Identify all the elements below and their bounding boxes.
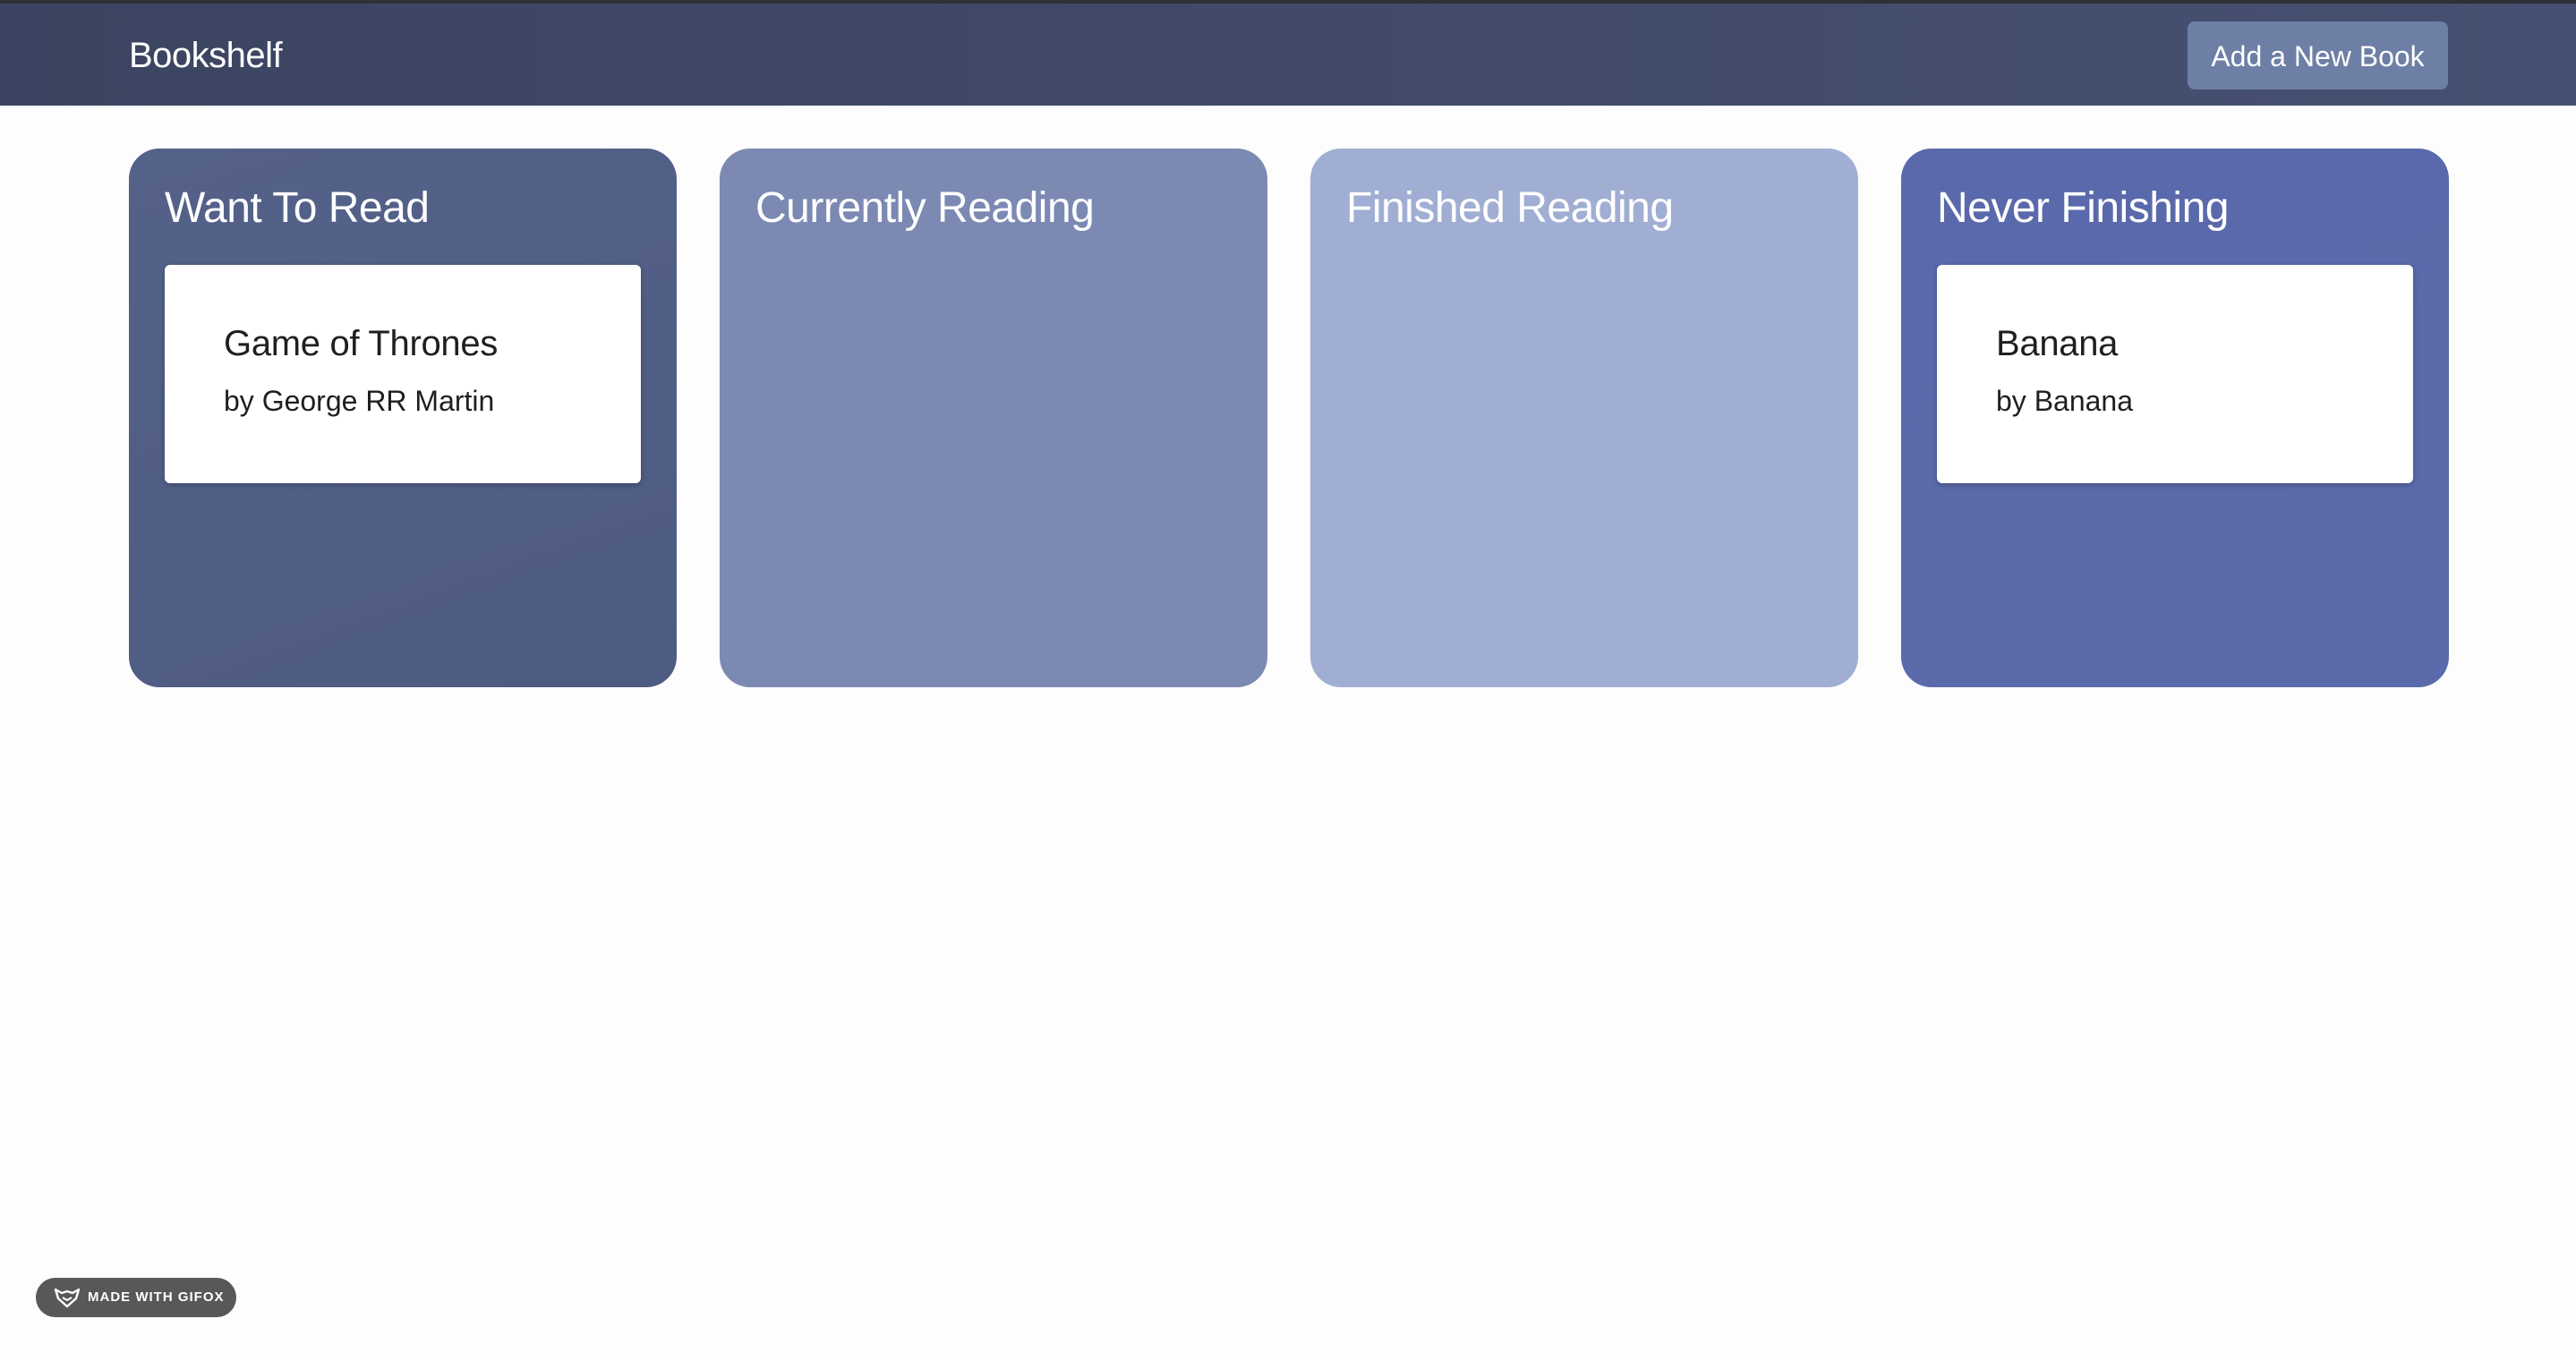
book-card[interactable]: Game of Thrones by George RR Martin [165,265,641,483]
book-card[interactable]: Banana by Banana [1937,265,2413,483]
column-title: Currently Reading [755,184,1095,232]
gifox-watermark-badge[interactable]: MADE WITH GIFOX [36,1278,236,1317]
column-never-finishing: Never Finishing Banana by Banana [1901,149,2449,687]
book-title: Game of Thrones [224,324,499,363]
fox-icon [54,1287,81,1308]
gifox-label: MADE WITH GIFOX [88,1289,225,1305]
bookshelf-columns: Want To Read Game of Thrones by George R… [129,149,2449,687]
add-new-book-button[interactable]: Add a New Book [2188,21,2448,89]
navbar: Bookshelf Add a New Book [0,4,2576,106]
book-author: by Banana [1996,385,2134,417]
column-finished-reading: Finished Reading [1310,149,1858,687]
column-want-to-read: Want To Read Game of Thrones by George R… [129,149,677,687]
book-title: Banana [1996,324,2119,363]
column-title: Never Finishing [1937,184,2229,232]
column-title: Want To Read [165,184,430,232]
brand-title[interactable]: Bookshelf [129,34,283,77]
book-author: by George RR Martin [224,385,495,417]
column-currently-reading: Currently Reading [720,149,1267,687]
column-title: Finished Reading [1346,184,1674,232]
